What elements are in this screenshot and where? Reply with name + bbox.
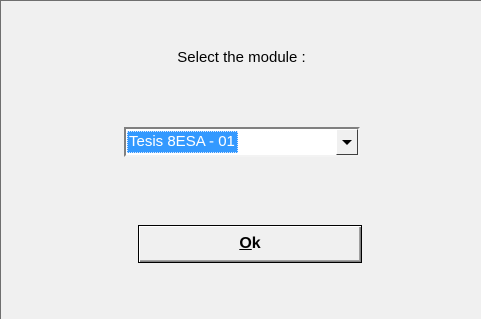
ok-button[interactable]: Ok (138, 225, 362, 263)
dropdown-button[interactable] (336, 129, 358, 155)
ok-button-label: Ok (139, 234, 361, 254)
chevron-down-icon (342, 140, 352, 145)
module-select-value[interactable]: Tesis 8ESA - 01 (127, 131, 238, 153)
module-select-dialog: Select the module : Tesis 8ESA - 01 Ok (0, 0, 481, 319)
module-select[interactable]: Tesis 8ESA - 01 (124, 127, 360, 157)
ok-label-rest: k (251, 235, 261, 252)
ok-mnemonic: O (239, 235, 252, 252)
prompt-label: Select the module : (177, 49, 306, 66)
